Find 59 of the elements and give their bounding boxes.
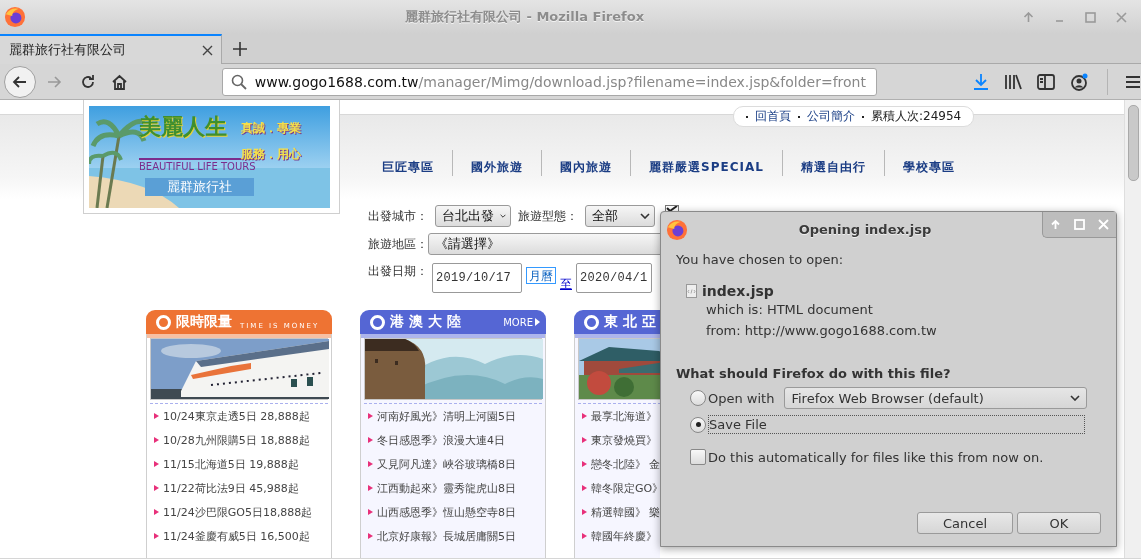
company-name: 麗群旅行社 (145, 178, 254, 196)
slogan: 真誠．專業 (241, 120, 301, 137)
nav-menu-item[interactable]: 精選自由行 (781, 150, 884, 176)
form-label: 出發城市： (368, 207, 428, 225)
dialog-question: What should Firefox do with this file? (676, 366, 952, 381)
tour-link[interactable]: 北京好康報》長城居庸關5日 (364, 524, 542, 548)
visitor-counter: 累積人次:24954 (871, 108, 962, 125)
window-title: 麗群旅行社有限公司 - Mozilla Firefox (403, 8, 646, 26)
tour-link[interactable]: 韓冬限定GO》 (578, 476, 660, 500)
option-label[interactable]: Save File (708, 415, 1085, 434)
tour-link[interactable]: 10/24東京走透5日 28,888起 (150, 404, 328, 428)
dialog-button[interactable]: OK (1017, 512, 1101, 534)
more-link[interactable]: MORE (503, 316, 540, 328)
file-source: from: http://www.gogo1688.com.tw (706, 322, 938, 340)
card-title: 東 北 亞 (604, 313, 656, 331)
tour-link[interactable]: 韓國年終慶》 (578, 524, 660, 548)
card-title: 港 澳 大 陸 (390, 313, 461, 331)
top-link[interactable]: 公司簡介 (807, 108, 855, 125)
nav-menu-item[interactable]: 巨匠專區 (364, 150, 452, 176)
date-field[interactable]: 2020/04/1 (576, 263, 652, 293)
tour-link[interactable]: 11/15北海道5日 19,888起 (150, 452, 328, 476)
range-link[interactable]: 至 (560, 276, 572, 293)
tour-link[interactable]: 精選韓國》 樂 (578, 500, 660, 524)
select-field[interactable]: 台北出發 (435, 205, 511, 227)
tour-link[interactable]: 戀冬北陸》 金 (578, 452, 660, 476)
checkbox-label[interactable]: Do this automatically for files like this from now on. (708, 449, 1044, 465)
tour-link[interactable]: 最享北海道》 (578, 404, 660, 428)
nav-menu-item[interactable]: 學校專區 (883, 150, 973, 176)
option-label[interactable]: Open with (708, 390, 775, 406)
select-field[interactable]: 全部 (585, 205, 655, 227)
dialog-title: Opening index.jsp (797, 222, 933, 237)
dialog-text: You have chosen to open: (676, 252, 845, 267)
dialog-button[interactable]: Cancel (917, 512, 1013, 534)
form-label: 旅遊型態： (518, 207, 578, 225)
tour-link[interactable]: 11/24沙巴限GO5日18,888起 (150, 500, 328, 524)
nav-menu-item[interactable]: 國內旅遊 (541, 150, 630, 176)
app-select[interactable]: Firefox Web Browser (default) (784, 387, 1088, 409)
tour-link[interactable]: 又見阿凡達》峽谷玻璃橋8日 (364, 452, 542, 476)
tour-link[interactable]: 江西動起來》靈秀龍虎山8日 (364, 476, 542, 500)
logo-title: 美麗人生 (139, 113, 227, 141)
form-label: 旅遊地區： (368, 235, 428, 253)
tour-link[interactable]: 山西感恩季》恆山懸空寺8日 (364, 500, 542, 524)
calendar-button[interactable]: 月曆 (526, 266, 556, 284)
tour-link[interactable]: 11/24釜慶有威5日 16,500起 (150, 524, 328, 548)
nav-menu-item[interactable]: 國外旅遊 (452, 150, 541, 176)
tour-link[interactable]: 11/22荷比法9日 45,988起 (150, 476, 328, 500)
file-type: which is: HTML document (706, 301, 874, 319)
form-label: 出發日期： (368, 263, 428, 280)
tour-link[interactable]: 冬日感恩季》浪漫大連4日 (364, 428, 542, 452)
tour-link[interactable]: 東京發燒買》 (578, 428, 660, 452)
url-field[interactable]: www.gogo1688.com.tw/manager/Mimg/download.jsp?filename=index.jsp&folder=front (221, 67, 877, 96)
card-title: 限時限量 (176, 313, 232, 331)
tour-link[interactable]: 河南好風光》清明上河園5日 (364, 404, 542, 428)
nav-menu-item[interactable]: 麗群嚴選SPECIAL (630, 150, 782, 176)
top-link[interactable]: 回首頁 (755, 108, 791, 125)
browser-tab[interactable]: 麗群旅行社有限公司 (0, 34, 222, 64)
file-name: index.jsp (702, 283, 774, 299)
tour-link[interactable]: 10/28九州限購5日 18,888起 (150, 428, 328, 452)
date-field[interactable]: 2019/10/17 (432, 263, 522, 293)
